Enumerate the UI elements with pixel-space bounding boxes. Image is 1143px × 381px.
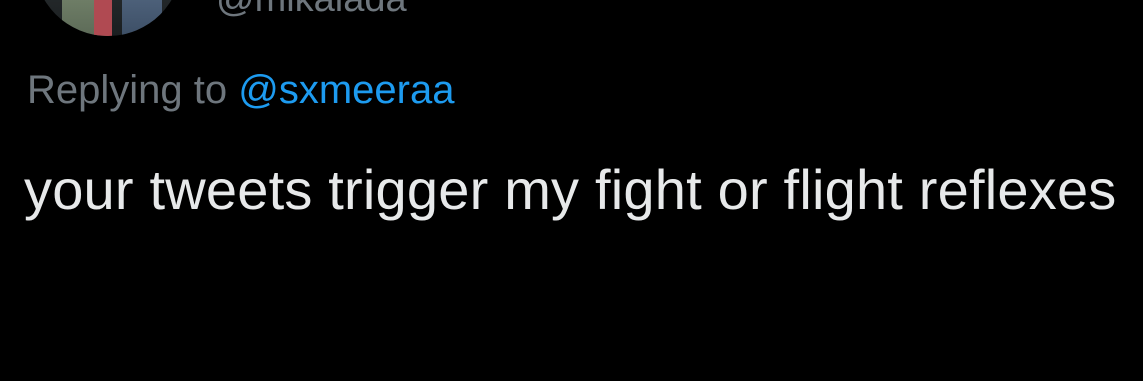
tweet-card[interactable]: @mikalada Replying to @sxmeeraa your twe… bbox=[0, 0, 1143, 381]
replying-to-line: Replying to @sxmeeraa bbox=[27, 66, 454, 114]
replying-to-label: Replying to bbox=[27, 68, 228, 112]
tweet-text: your tweets trigger my fight or flight r… bbox=[24, 158, 1117, 221]
avatar[interactable] bbox=[34, 0, 182, 36]
avatar-image-detail bbox=[94, 0, 112, 36]
author-handle[interactable]: @mikalada bbox=[216, 0, 407, 21]
avatar-image-detail bbox=[122, 0, 162, 36]
reply-to-mention-link[interactable]: @sxmeeraa bbox=[238, 68, 454, 112]
